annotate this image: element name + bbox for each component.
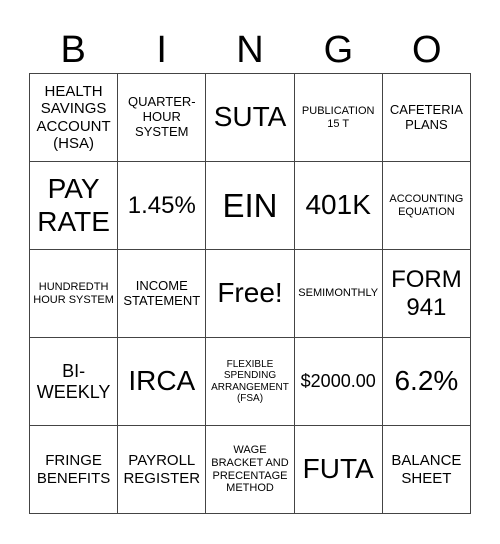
bingo-cell-label: 1.45% [127,191,196,219]
bingo-grid: HEALTH SAVINGS ACCOUNT (HSA) QUARTER-HOUR… [29,73,471,514]
bingo-cell-label: CAFETERIA PLANS [389,101,463,132]
bingo-cell[interactable]: WAGE BRACKET AND PRECENTAGE METHOD [206,426,295,514]
bingo-cell-label: HUNDREDTH HOUR SYSTEM [33,280,114,306]
bingo-cell[interactable]: $2000.00 [294,338,383,426]
bingo-cell-label: INCOME STATEMENT [123,277,201,308]
bingo-cell[interactable]: IRCA [118,338,207,426]
bingo-cell[interactable]: PUBLICATION 15 T [294,74,383,162]
bingo-cell[interactable]: FLEXIBLE SPENDING ARRANGEMENT (FSA) [206,338,295,426]
bingo-cell-label: FRINGE BENEFITS [36,452,111,487]
bingo-cell[interactable]: FUTA [294,426,383,514]
bingo-cell[interactable]: CAFETERIA PLANS [382,74,471,162]
bingo-cell-label: ACCOUNTING EQUATION [389,192,464,218]
bingo-cell[interactable]: PAY RATE [30,162,119,250]
bingo-cell-label: SUTA [213,101,287,133]
header-letter-n: N [236,29,264,71]
bingo-cell-label: BI-WEEKLY [36,360,111,402]
bingo-cell[interactable]: EIN [206,162,295,250]
bingo-cell-label: BALANCE SHEET [391,452,462,487]
bingo-cell[interactable]: HEALTH SAVINGS ACCOUNT (HSA) [30,74,119,162]
bingo-cell-label: FUTA [302,453,374,485]
bingo-cell-label: IRCA [128,365,196,397]
bingo-cell[interactable]: 401K [294,162,383,250]
bingo-cell-label: PAYROLL REGISTER [123,452,201,487]
bingo-cell-label: $2000.00 [300,371,376,392]
bingo-cell-label: FLEXIBLE SPENDING ARRANGEMENT (FSA) [211,358,289,405]
bingo-cell[interactable]: FORM 941 [382,250,471,338]
bingo-cell-label: HEALTH SAVINGS ACCOUNT (HSA) [36,83,111,152]
bingo-cell-label: PAY RATE [37,173,110,237]
bingo-cell[interactable]: BALANCE SHEET [382,426,471,514]
bingo-cell-label: SEMIMONTHLY [298,287,379,300]
header-letter-i: I [156,29,167,71]
bingo-cell[interactable]: PAYROLL REGISTER [118,426,207,514]
bingo-cell[interactable]: FRINGE BENEFITS [30,426,119,514]
bingo-cell-free[interactable]: Free! [206,250,295,338]
bingo-cell[interactable]: QUARTER-HOUR SYSTEM [118,74,207,162]
bingo-cell[interactable]: 6.2% [382,338,471,426]
header-letter-b: B [60,29,86,71]
bingo-cell-label: PUBLICATION 15 T [301,104,375,130]
bingo-cell[interactable]: HUNDREDTH HOUR SYSTEM [30,250,119,338]
bingo-cell[interactable]: INCOME STATEMENT [118,250,207,338]
header-letter-g: G [323,29,354,71]
bingo-cell-label: QUARTER-HOUR SYSTEM [127,94,196,139]
bingo-cell[interactable]: SUTA [206,74,295,162]
bingo-cell[interactable]: BI-WEEKLY [30,338,119,426]
bingo-header: B I N G O [29,28,471,72]
bingo-cell-label: 401K [305,189,371,221]
header-letter-o: O [412,29,442,71]
bingo-cell-label: 6.2% [394,365,459,397]
bingo-cell-label: Free! [217,277,283,309]
bingo-cell-label: FORM 941 [391,265,462,321]
bingo-cell[interactable]: ACCOUNTING EQUATION [382,162,471,250]
bingo-cell[interactable]: SEMIMONTHLY [294,250,383,338]
bingo-cell[interactable]: 1.45% [118,162,207,250]
bingo-cell-label: WAGE BRACKET AND PRECENTAGE METHOD [211,444,289,495]
bingo-cell-label: EIN [222,186,278,224]
